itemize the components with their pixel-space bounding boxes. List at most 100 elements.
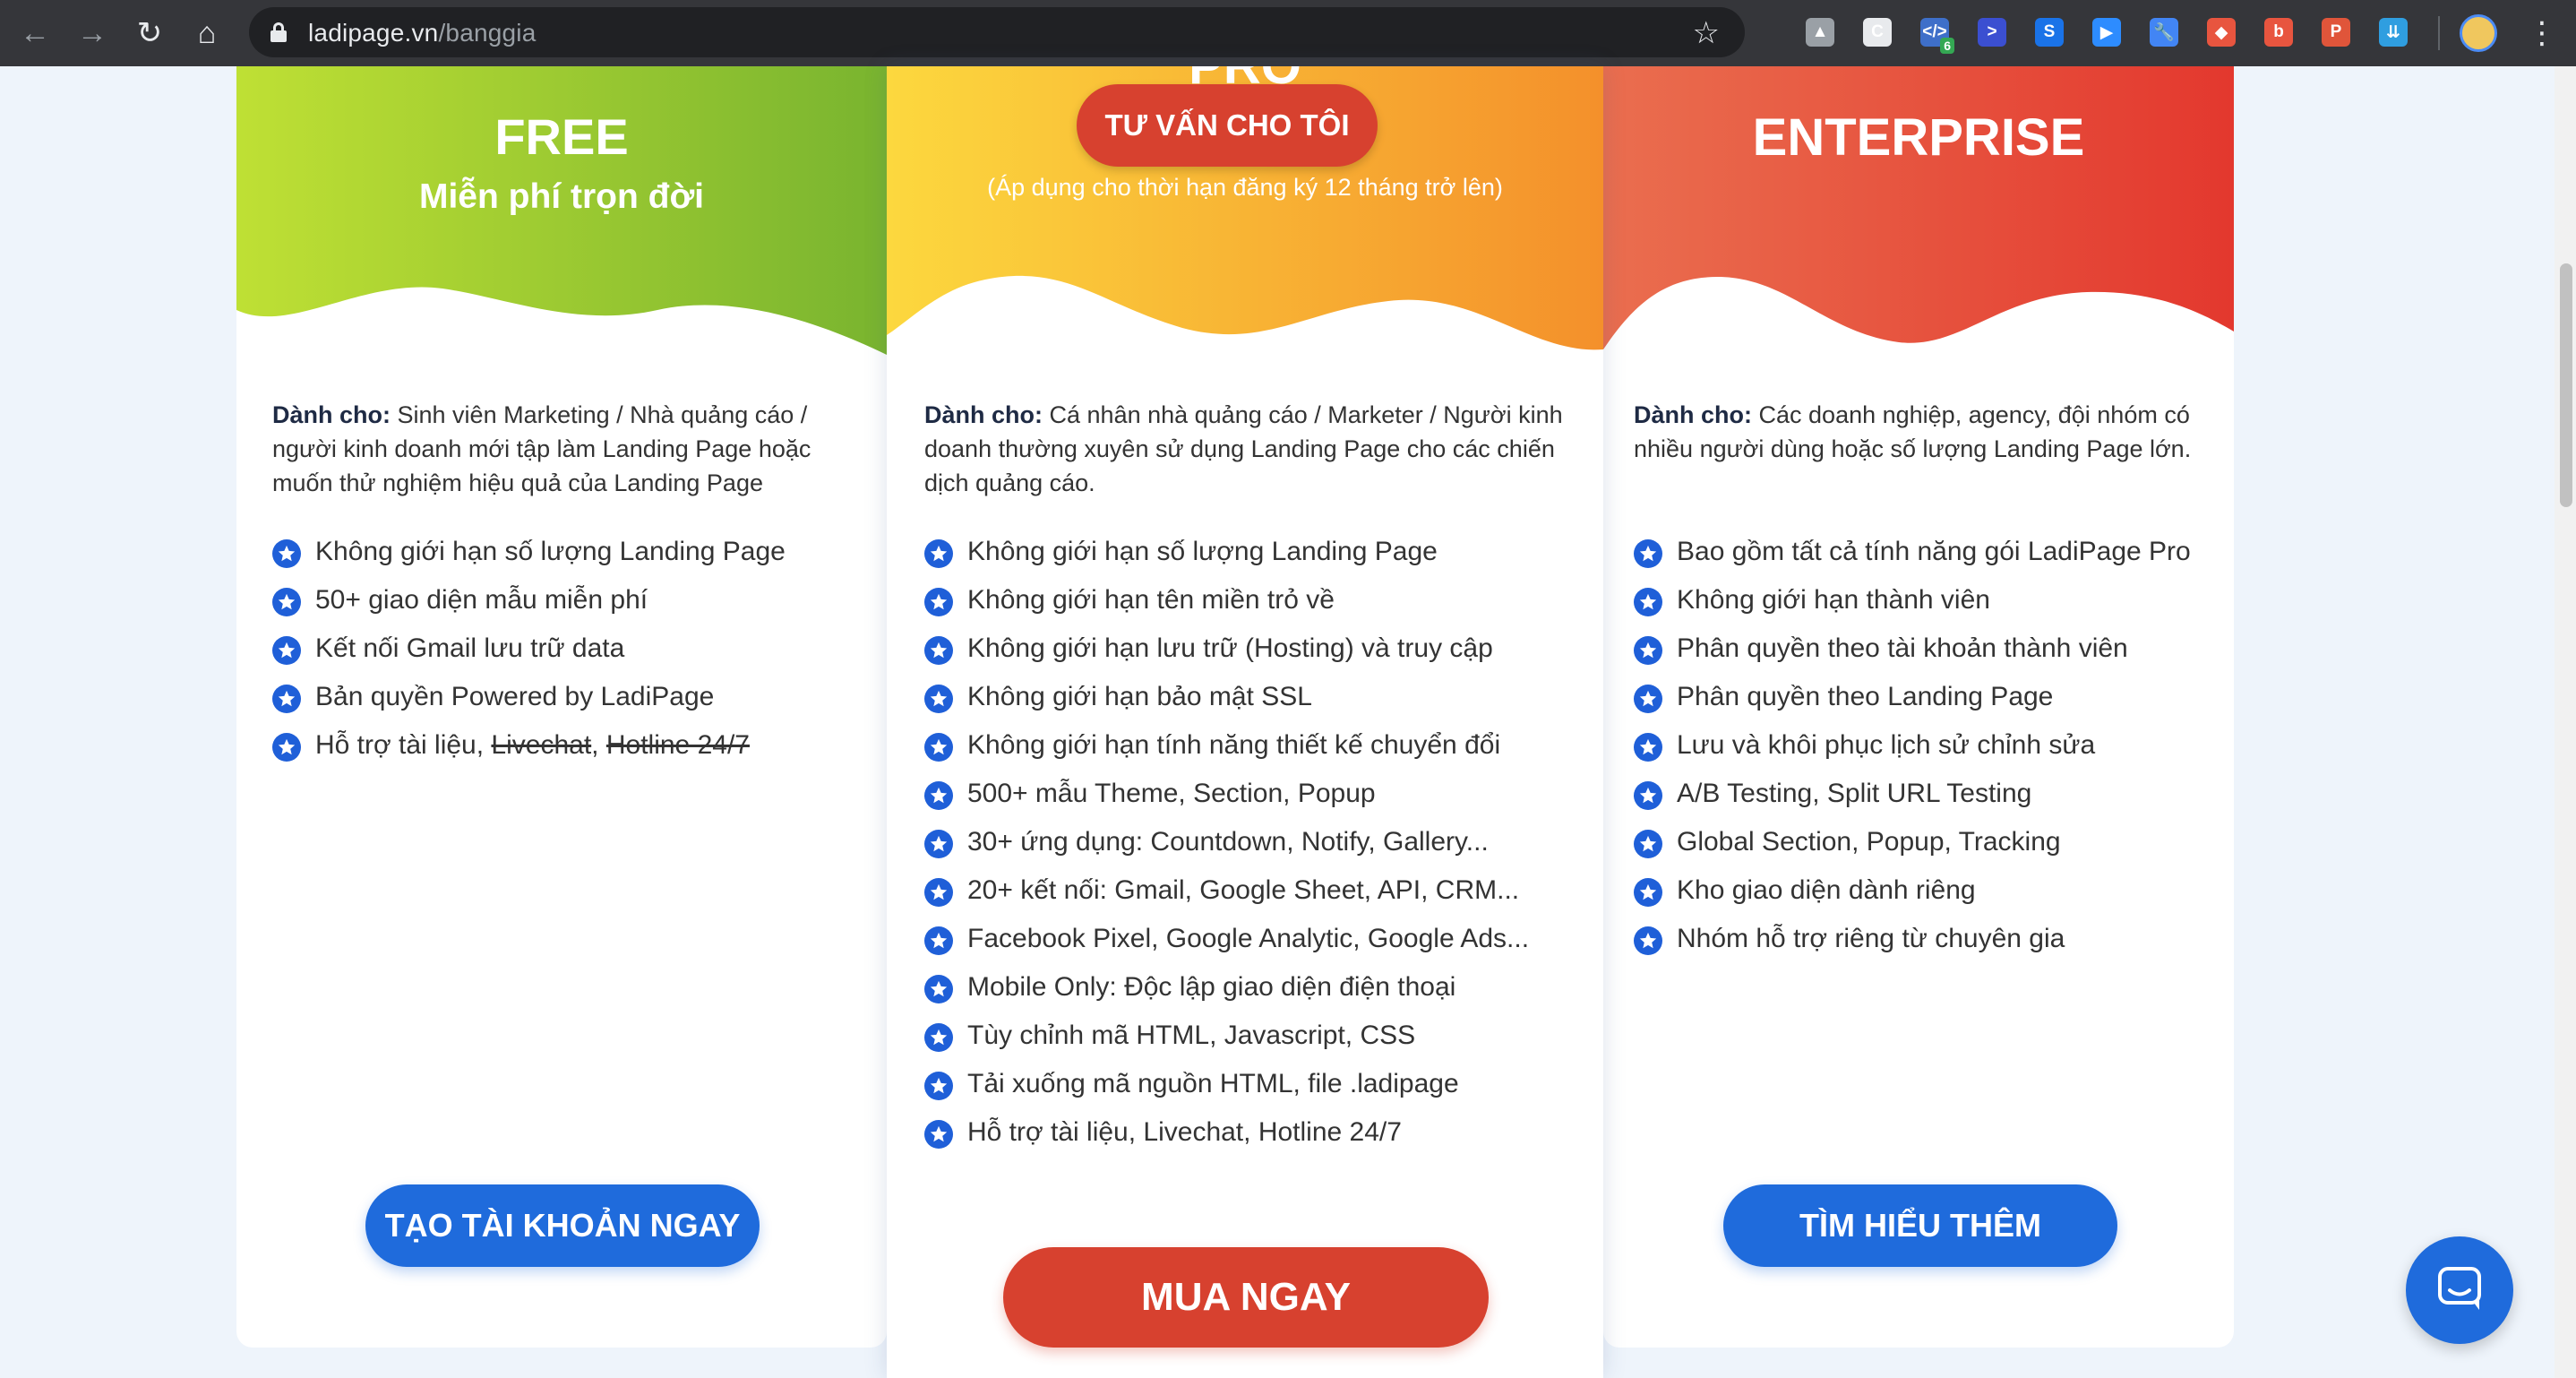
feature-item: Hỗ trợ tài liệu, Livechat, Hotline 24/7 — [924, 1115, 1529, 1163]
feature-list-support: Hỗ trợ tài liệu, Livechat, Hotline 24/7 — [272, 728, 750, 776]
plan-card-pro: PRO TƯ VẤN CHO TÔI (Áp dụng cho thời hạn… — [887, 66, 1603, 1378]
home-icon[interactable]: ⌂ — [188, 14, 226, 52]
browser-toolbar: ← → ↻ ⌂ ladipage.vn/banggia ☆ ▲ C </> 6 > S ▶ 🔧… — [0, 0, 2576, 66]
feature-item: Không giới hạn thành viên — [1634, 582, 2191, 631]
create-account-button[interactable]: TẠO TÀI KHOẢN NGAY — [365, 1184, 760, 1267]
download-icon[interactable]: ⇊ — [2379, 18, 2408, 47]
star-bullet-icon — [1634, 685, 1662, 713]
star-bullet-icon — [924, 926, 953, 955]
star-bullet-icon — [272, 636, 301, 665]
back-arrow-icon[interactable]: ← — [16, 14, 54, 52]
star-bullet-icon — [1634, 878, 1662, 907]
feature-item: Không giới hạn số lượng Landing Page — [272, 534, 786, 582]
star-bullet-icon — [1634, 733, 1662, 762]
star-bullet-icon — [924, 1120, 953, 1149]
star-bullet-icon — [924, 1072, 953, 1100]
code-icon[interactable]: </> 6 — [1920, 18, 1954, 54]
star-bullet-icon — [924, 830, 953, 858]
feature-item: Không giới hạn bảo mật SSL — [924, 679, 1529, 728]
feature-item: Kết nối Gmail lưu trữ data — [272, 631, 786, 679]
feature-item: 50+ giao diện mẫu miễn phí — [272, 582, 786, 631]
plan-audience: Dành cho: Cá nhân nhà quảng cáo / Market… — [924, 401, 1563, 496]
feature-item: Kho giao diện dành riêng — [1634, 873, 2191, 921]
star-bullet-icon — [1634, 830, 1662, 858]
plan-subtitle: Miễn phí trọn đời — [418, 177, 705, 216]
star-bullet-icon — [1634, 926, 1662, 955]
plan-note: (Áp dụng cho thời hạn đăng ký 12 tháng t… — [987, 174, 1503, 201]
google-drive-icon[interactable]: ▲ — [1806, 18, 1834, 47]
feature-item: Facebook Pixel, Google Analytic, Google … — [924, 921, 1529, 969]
star-bullet-icon — [924, 685, 953, 713]
star-bullet-icon — [924, 733, 953, 762]
star-bullet-icon — [1634, 636, 1662, 665]
plan-card-enterprise: ENTERPRISE Dành cho: Các doanh nghiệp, a… — [1603, 66, 2234, 1348]
star-bullet-icon — [272, 733, 301, 762]
reload-icon[interactable]: ↻ — [131, 14, 168, 52]
plan-title: ENTERPRISE — [1752, 108, 2085, 167]
plan-audience: Dành cho: Sinh viên Marketing / Nhà quản… — [272, 401, 811, 496]
feature-item: Không giới hạn số lượng Landing Page — [924, 534, 1529, 582]
feature-list: Không giới hạn số lượng Landing Page 50+ … — [272, 534, 786, 728]
toolbar-divider — [2438, 16, 2440, 50]
feature-item: Bao gồm tất cả tính năng gói LadiPage Pr… — [1634, 534, 2191, 582]
wrench-icon[interactable]: 🔧 — [2150, 18, 2178, 47]
buy-now-button[interactable]: MUA NGAY — [1003, 1247, 1489, 1348]
feature-item: Lưu và khôi phục lịch sử chỉnh sửa — [1634, 728, 2191, 776]
ext-c-icon[interactable]: C — [1863, 18, 1892, 47]
b-extension-icon[interactable]: b — [2264, 18, 2293, 47]
profile-avatar[interactable] — [2460, 14, 2497, 52]
lock-icon — [270, 22, 287, 42]
star-bullet-icon — [1634, 781, 1662, 810]
star-bullet-icon — [272, 685, 301, 713]
star-bullet-icon — [924, 975, 953, 1003]
p-extension-icon[interactable]: P — [2322, 18, 2350, 47]
star-bullet-icon — [1634, 588, 1662, 616]
star-bullet-icon — [924, 636, 953, 665]
star-bullet-icon — [924, 878, 953, 907]
feature-item: 500+ mẫu Theme, Section, Popup — [924, 776, 1529, 824]
star-bullet-icon — [924, 539, 953, 568]
feature-item: Không giới hạn tên miền trỏ về — [924, 582, 1529, 631]
pricing-page: FREE Miễn phí trọn đời Dành cho: Sinh vi… — [0, 66, 2576, 1378]
feature-item: Không giới hạn tính năng thiết kế chuyển… — [924, 728, 1529, 776]
feature-item: Bản quyền Powered by LadiPage — [272, 679, 786, 728]
feature-item: Tùy chỉnh mã HTML, Javascript, CSS — [924, 1018, 1529, 1066]
star-bullet-icon — [924, 781, 953, 810]
feature-item: Tải xuống mã nguồn HTML, file .ladipage — [924, 1066, 1529, 1115]
chat-launcher-button[interactable] — [2406, 1236, 2513, 1344]
bookmark-star-icon[interactable]: ☆ — [1693, 15, 1720, 51]
star-bullet-icon — [1634, 539, 1662, 568]
forward-arrow-icon[interactable]: → — [73, 14, 111, 52]
feature-item: Nhóm hỗ trợ riêng từ chuyên gia — [1634, 921, 2191, 969]
address-bar[interactable]: ladipage.vn/banggia ☆ — [249, 7, 1745, 57]
consult-me-button[interactable]: TƯ VẤN CHO TÔI — [1077, 84, 1378, 167]
feature-item: Không giới hạn lưu trữ (Hosting) và truy… — [924, 631, 1529, 679]
plan-audience: Dành cho: Các doanh nghiệp, agency, đội … — [1634, 401, 2192, 462]
zoom-icon[interactable]: ▶ — [2092, 18, 2121, 47]
terminal-icon[interactable]: > — [1978, 18, 2006, 47]
chat-icon — [2438, 1267, 2481, 1310]
feature-item: A/B Testing, Split URL Testing — [1634, 776, 2191, 824]
more-menu-icon[interactable]: ⋮ — [2524, 11, 2560, 56]
extension-badge: 6 — [1940, 38, 1954, 54]
plan-title: FREE — [494, 108, 629, 165]
star-bullet-icon — [924, 588, 953, 616]
url-text[interactable]: ladipage.vn/banggia — [308, 19, 536, 47]
s-extension-icon[interactable]: S — [2035, 18, 2064, 47]
page-scrollbar[interactable] — [2555, 66, 2576, 1378]
feature-item: Global Section, Popup, Tracking — [1634, 824, 2191, 873]
learn-more-button[interactable]: TÌM HIỂU THÊM — [1723, 1184, 2117, 1267]
scrollbar-thumb[interactable] — [2560, 263, 2572, 507]
feature-list: Bao gồm tất cả tính năng gói LadiPage Pr… — [1634, 534, 2191, 969]
feature-list: Không giới hạn số lượng Landing Page Khôn… — [924, 534, 1529, 1163]
plan-card-free: FREE Miễn phí trọn đời Dành cho: Sinh vi… — [236, 66, 887, 1348]
feature-item: 30+ ứng dụng: Countdown, Notify, Gallery… — [924, 824, 1529, 873]
feature-item: Mobile Only: Độc lập giao diện điện thoạ… — [924, 969, 1529, 1018]
feature-item: Phân quyền theo tài khoản thành viên — [1634, 631, 2191, 679]
star-bullet-icon — [272, 539, 301, 568]
feature-item: 20+ kết nối: Gmail, Google Sheet, API, C… — [924, 873, 1529, 921]
feature-item: Phân quyền theo Landing Page — [1634, 679, 2191, 728]
shield-icon[interactable]: ◆ — [2207, 18, 2236, 47]
feature-item: Hỗ trợ tài liệu, Livechat, Hotline 24/7 — [272, 728, 750, 776]
star-bullet-icon — [924, 1023, 953, 1052]
